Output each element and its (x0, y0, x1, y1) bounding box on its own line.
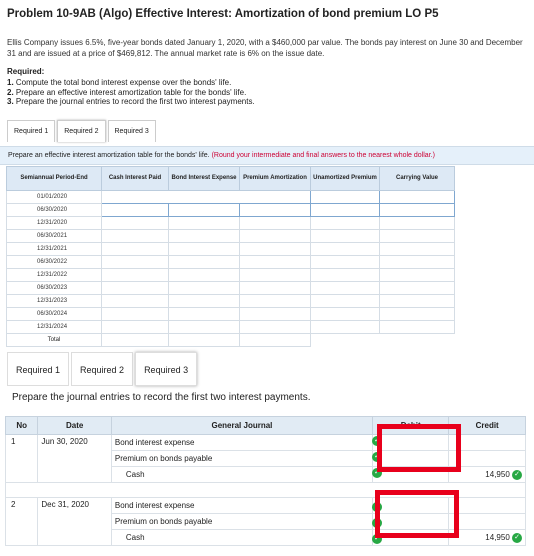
col-header-date: Date (37, 416, 112, 435)
period-date: 06/30/2022 (6, 255, 102, 269)
entry-date: Jun 30, 2020 (37, 434, 112, 483)
highlight-box (377, 424, 461, 472)
col-header-period: Semiannual Period-End (6, 166, 102, 191)
check-icon: ✓ (512, 532, 522, 543)
carrying-input[interactable] (379, 203, 455, 217)
cash-interest-input[interactable] (101, 216, 169, 230)
account-name[interactable]: Bond interest expense (110, 434, 374, 451)
problem-description: Ellis Company issues 6.5%, five-year bon… (7, 38, 523, 58)
total-label: Total (6, 333, 102, 347)
col-header-premium-amort: Premium Amortization (239, 166, 311, 191)
table-row: 12/31/2021 (6, 242, 455, 256)
col-header-no: No (4, 416, 39, 435)
period-date: 12/31/2022 (6, 268, 102, 282)
table-row: 12/31/2023 (6, 294, 455, 308)
instruction-note: (Round your intermediate and final answe… (211, 152, 435, 159)
instruction-text: Prepare an effective interest amortizati… (8, 152, 210, 159)
period-date: 01/01/2020 (6, 190, 102, 204)
col-header-general-journal: General Journal (110, 416, 374, 435)
period-date: 12/31/2024 (6, 320, 102, 334)
period-date: 06/30/2021 (6, 229, 102, 243)
account-name[interactable]: Premium on bonds payable (110, 450, 374, 467)
required-list: 1. Compute the total bond interest expen… (7, 78, 255, 107)
carrying-input[interactable] (379, 190, 455, 204)
period-date: 06/30/2020 (6, 203, 102, 217)
entry-number: 1 (4, 434, 39, 483)
period-date: 12/31/2020 (6, 216, 102, 230)
tab-required-1[interactable]: Required 1 (7, 352, 70, 386)
highlight-box (375, 490, 459, 538)
period-date: 06/30/2024 (6, 307, 102, 321)
table-row: 06/30/2022 (6, 255, 455, 269)
entry-number: 2 (4, 497, 39, 546)
problem-title: Problem 10-9AB (Algo) Effective Interest… (7, 8, 439, 20)
tab-required-2[interactable]: Required 2 (57, 120, 106, 142)
tab-required-3[interactable]: Required 3 (107, 120, 156, 142)
period-date: 12/31/2023 (6, 294, 102, 308)
credit-input[interactable] (448, 513, 526, 530)
table-row: 06/30/2023 (6, 281, 455, 295)
required-tabs-top: Required 1 Required 2 Required 3 (7, 120, 158, 142)
premium-amort-input[interactable] (239, 216, 311, 230)
account-name[interactable]: Premium on bonds payable (110, 513, 374, 530)
account-name[interactable]: Bond interest expense (110, 497, 374, 514)
unamortized-input[interactable] (310, 203, 380, 217)
account-name[interactable]: Cash (110, 466, 374, 483)
table-row: 06/30/2024 (6, 307, 455, 321)
table-row: 12/31/2024 (6, 320, 455, 334)
table-row: 06/30/2021 (6, 229, 455, 243)
col-header-unamortized: Unamortized Premium (310, 166, 380, 191)
unamortized-input[interactable] (310, 190, 380, 204)
col-header-cash-interest: Cash Interest Paid (101, 166, 169, 191)
period-date: 12/31/2021 (6, 242, 102, 256)
unamortized-input[interactable] (310, 216, 380, 230)
required-tabs-bottom: Required 1 Required 2 Required 3 (7, 352, 199, 386)
credit-input[interactable] (448, 497, 526, 514)
table-row: 12/31/2022 (6, 268, 455, 282)
amortization-table: Semiannual Period-End Cash Interest Paid… (6, 166, 455, 347)
carrying-input[interactable] (379, 216, 455, 230)
entry-date: Dec 31, 2020 (37, 497, 112, 546)
credit-value: 14,950 (485, 469, 510, 479)
instruction-bar: Prepare an effective interest amortizati… (0, 146, 534, 165)
col-header-bond-interest: Bond Interest Expense (168, 166, 240, 191)
total-row: Total (6, 333, 455, 347)
required-item-2: 2. Prepare an effective interest amortiz… (7, 87, 247, 97)
account-name[interactable]: Cash (110, 529, 374, 546)
tab-required-2[interactable]: Required 2 (71, 352, 134, 386)
table-row: 12/31/2020 (6, 216, 455, 230)
journal-instruction: Prepare the journal entries to record th… (12, 392, 311, 403)
table-row: 06/30/2020 (6, 203, 455, 217)
bond-interest-input[interactable] (168, 216, 240, 230)
premium-amort-input[interactable] (239, 203, 311, 217)
credit-cell[interactable]: 14,950 ✓ (448, 529, 526, 546)
cash-interest-input[interactable] (101, 203, 169, 217)
table-row: 01/01/2020 (6, 190, 455, 204)
period-date: 06/30/2023 (6, 281, 102, 295)
credit-value: 14,950 (485, 532, 510, 542)
required-heading: Required: (7, 67, 45, 76)
check-icon: ✓ (512, 469, 522, 480)
tab-required-3[interactable]: Required 3 (135, 352, 198, 386)
bond-interest-input[interactable] (168, 203, 240, 217)
required-item-3: 3. Prepare the journal entries to record… (7, 97, 255, 106)
tab-required-1[interactable]: Required 1 (7, 120, 56, 142)
required-item-1: 1. Compute the total bond interest expen… (7, 78, 232, 87)
col-header-carrying: Carrying Value (379, 166, 455, 191)
